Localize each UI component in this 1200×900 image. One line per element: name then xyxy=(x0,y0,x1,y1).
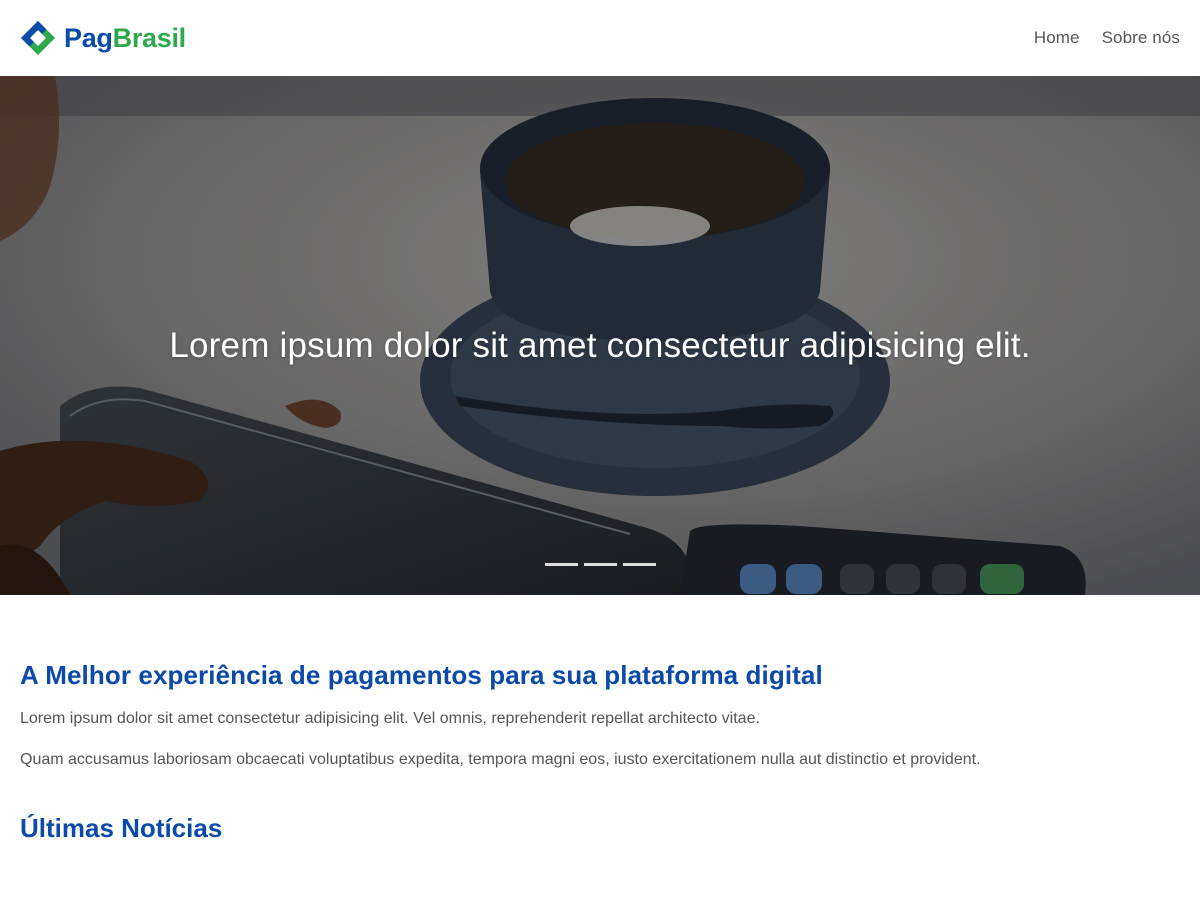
section-title: A Melhor experiência de pagamentos para … xyxy=(20,660,823,690)
hero-carousel[interactable]: Lorem ipsum dolor sit amet consectetur a… xyxy=(0,76,1200,595)
intro-paragraph-2: Quam accusamus laboriosam obcaecati volu… xyxy=(20,751,981,769)
brand-logo-link[interactable]: PagBrasil xyxy=(20,20,186,56)
hero-caption: Lorem ipsum dolor sit amet consectetur a… xyxy=(169,326,1031,365)
main-nav: Home Sobre nós xyxy=(1034,28,1180,48)
brand-name: PagBrasil xyxy=(64,22,186,53)
site-header: PagBrasil Home Sobre nós xyxy=(0,0,1200,76)
main-content: A Melhor experiência de pagamentos para … xyxy=(20,660,1180,844)
news-section-title: Últimas Notícias xyxy=(20,813,223,844)
carousel-indicator-1[interactable] xyxy=(544,563,578,566)
nav-home-link[interactable]: Home xyxy=(1034,28,1080,48)
pagbrasil-logo-icon xyxy=(21,21,55,55)
intro-paragraph-1: Lorem ipsum dolor sit amet consectetur a… xyxy=(20,710,760,728)
nav-about-link[interactable]: Sobre nós xyxy=(1102,28,1180,48)
carousel-indicator-3[interactable] xyxy=(622,563,656,566)
carousel-indicator-2[interactable] xyxy=(583,563,617,566)
carousel-indicators xyxy=(0,563,1200,566)
